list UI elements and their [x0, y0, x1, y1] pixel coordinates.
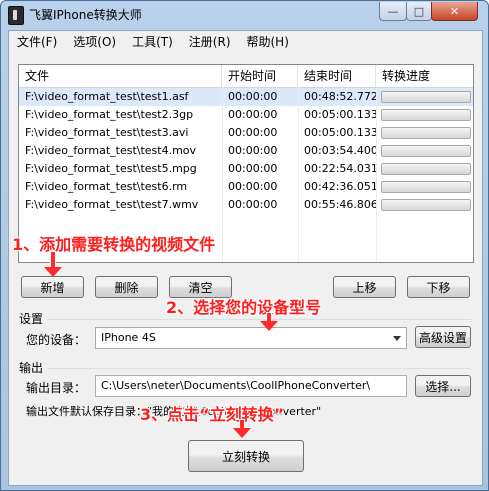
arrow-down-icon: [44, 251, 62, 281]
table-row[interactable]: F:\video_format_test\test1.asf 00:00:00 00…: [19, 88, 473, 106]
maximize-button[interactable]: □: [406, 2, 432, 21]
annotation-step-2: 2、选择您的设备型号: [166, 298, 322, 317]
cell-start-time: 00:00:00: [228, 144, 278, 157]
column-divider: [298, 87, 299, 262]
delete-button[interactable]: 删除: [95, 276, 158, 298]
column-header-file[interactable]: 文件: [19, 65, 222, 87]
settings-divider: [47, 319, 471, 320]
browse-button[interactable]: 选择...: [415, 375, 471, 397]
cell-start-time: 00:00:00: [228, 198, 278, 211]
menu-options[interactable]: 选项(O): [65, 31, 124, 51]
table-row[interactable]: F:\video_format_test\test7.wmv 00:00:00 00…: [19, 196, 473, 214]
menu-bar: 文件(F) 选项(O) 工具(T) 注册(R) 帮助(H): [9, 31, 482, 51]
cell-start-time: 00:00:00: [228, 126, 278, 139]
close-button[interactable]: ✕: [431, 2, 478, 21]
cell-end-time: 00:42:36.051: [304, 180, 376, 193]
column-header-progress[interactable]: 转换进度: [376, 65, 473, 87]
settings-group-label: 设置: [19, 312, 44, 326]
progress-bar: [381, 127, 471, 139]
cell-file: F:\video_format_test\test2.3gp: [25, 108, 194, 121]
cell-end-time: 00:05:00.133: [304, 108, 376, 121]
device-select-value: IPhone 4S: [101, 331, 156, 344]
column-divider: [376, 87, 377, 262]
output-dir-label: 输出目录：: [26, 381, 87, 395]
convert-button[interactable]: 立刻转换: [188, 440, 304, 472]
progress-bar: [381, 181, 471, 193]
cell-file: F:\video_format_test\test7.wmv: [25, 198, 199, 211]
cell-file: F:\video_format_test\test5.mpg: [25, 162, 197, 175]
app-window: 飞翼IPhone转换大师 — □ ✕ 文件(F) 选项(O) 工具(T) 注册(…: [0, 0, 489, 491]
progress-bar: [381, 163, 471, 175]
window-title: 飞翼IPhone转换大师: [29, 8, 142, 22]
progress-bar: [381, 199, 471, 211]
cell-end-time: 00:03:54.400: [304, 144, 376, 157]
annotation-step-1: 1、添加需要转换的视频文件: [12, 235, 216, 254]
menu-help[interactable]: 帮助(H): [239, 31, 297, 51]
advanced-settings-button[interactable]: 高级设置: [415, 326, 471, 348]
menu-tools[interactable]: 工具(T): [124, 31, 181, 51]
arrow-down-icon: [260, 312, 278, 334]
app-logo-icon[interactable]: [8, 6, 24, 25]
output-divider: [47, 368, 471, 369]
progress-bar: [381, 145, 471, 157]
cell-file: F:\video_format_test\test6.rm: [25, 180, 188, 193]
cell-end-time: 00:05:00.133: [304, 126, 376, 139]
cell-start-time: 00:00:00: [228, 90, 278, 103]
annotation-step-3: 3、点击“立刻转换”: [140, 405, 285, 424]
cell-start-time: 00:00:00: [228, 162, 278, 175]
progress-bar: [381, 91, 471, 103]
client-area: 文件(F) 选项(O) 工具(T) 注册(R) 帮助(H) 文件 开始时间 结束…: [8, 30, 483, 486]
device-select[interactable]: IPhone 4S: [95, 327, 407, 349]
column-header-end-time[interactable]: 结束时间: [298, 65, 376, 87]
cell-start-time: 00:00:00: [228, 180, 278, 193]
table-row[interactable]: F:\video_format_test\test2.3gp 00:00:00 00…: [19, 106, 473, 124]
chevron-down-icon[interactable]: [393, 336, 401, 341]
menu-register[interactable]: 注册(R): [181, 31, 239, 51]
cell-end-time: 00:22:54.031: [304, 162, 376, 175]
output-group-label: 输出: [19, 361, 44, 375]
cell-file: F:\video_format_test\test3.avi: [25, 126, 189, 139]
table-row[interactable]: F:\video_format_test\test6.rm 00:00:00 00:…: [19, 178, 473, 196]
cell-end-time: 00:48:52.772: [304, 90, 376, 103]
table-row[interactable]: F:\video_format_test\test5.mpg 00:00:00 00…: [19, 160, 473, 178]
arrow-down-icon: [233, 419, 251, 441]
column-divider: [222, 87, 223, 262]
table-row[interactable]: F:\video_format_test\test3.avi 00:00:00 00…: [19, 124, 473, 142]
minimize-button[interactable]: —: [379, 2, 407, 21]
menu-file[interactable]: 文件(F): [9, 31, 65, 51]
cell-end-time: 00:55:46.806: [304, 198, 376, 211]
column-header-start-time[interactable]: 开始时间: [222, 65, 298, 87]
title-bar[interactable]: 飞翼IPhone转换大师 — □ ✕: [1, 1, 488, 29]
cell-file: F:\video_format_test\test4.mov: [25, 144, 197, 157]
cell-start-time: 00:00:00: [228, 108, 278, 121]
cell-file: F:\video_format_test\test1.asf: [25, 90, 189, 103]
file-list-header: 文件 开始时间 结束时间 转换进度: [19, 65, 473, 88]
move-up-button[interactable]: 上移: [333, 276, 396, 298]
device-label: 您的设备：: [26, 333, 87, 347]
move-down-button[interactable]: 下移: [407, 276, 470, 298]
output-dir-field[interactable]: C:\Users\neter\Documents\CoolIPhoneConve…: [95, 375, 407, 397]
progress-bar: [381, 109, 471, 121]
table-row[interactable]: F:\video_format_test\test4.mov 00:00:00 00…: [19, 142, 473, 160]
